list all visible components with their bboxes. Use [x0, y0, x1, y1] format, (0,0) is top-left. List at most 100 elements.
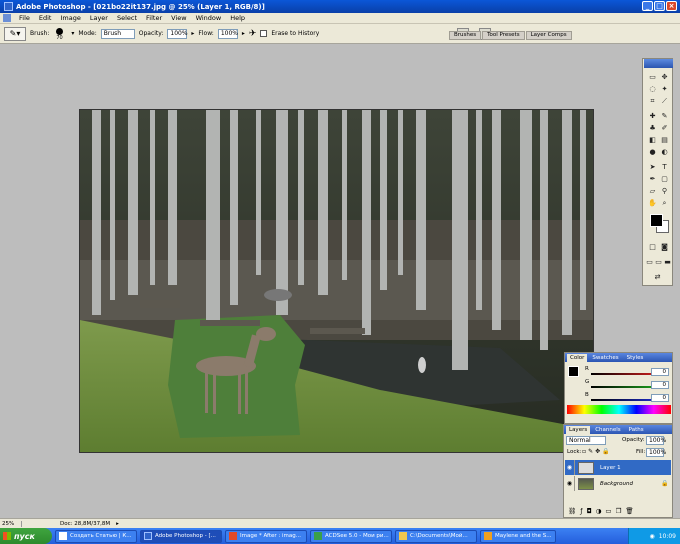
document-canvas[interactable] [79, 109, 594, 453]
fill-field[interactable]: 100% [646, 448, 666, 457]
media-player-icon [484, 532, 492, 540]
zoom-tool-icon[interactable]: ⌕ [659, 198, 670, 208]
layer-mask-icon[interactable]: ◘ [587, 507, 596, 515]
brush-picker[interactable]: 70 [53, 27, 67, 41]
path-selection-tool-icon[interactable]: ➤ [647, 162, 658, 172]
opacity-field[interactable]: 100% [167, 28, 188, 39]
flow-field[interactable]: 100% [217, 28, 238, 39]
menu-select[interactable]: Select [113, 14, 141, 22]
tab-swatches[interactable]: Swatches [589, 354, 621, 362]
task-button-6[interactable]: Maylene and the S... [480, 529, 556, 543]
photoshop-icon [4, 2, 13, 11]
layer-opacity-field[interactable]: 100% [646, 436, 666, 445]
slice-tool-icon[interactable]: ⟋ [659, 96, 670, 106]
menu-help[interactable]: Help [226, 14, 249, 22]
task-button-5[interactable]: C:\Documents\Мой... [395, 529, 477, 543]
gradient-tool-icon[interactable]: ▤ [659, 135, 670, 145]
layer-name[interactable]: Layer 1 [600, 465, 621, 471]
layer-row-layer-1[interactable]: ◉ Layer 1 [565, 460, 671, 475]
status-bar: 25% Doc: 28,8M/37,8M ▸ [0, 518, 680, 528]
slider-g-value[interactable]: 0 [651, 381, 669, 389]
mode-label: Mode: [78, 30, 97, 37]
visibility-eye-icon[interactable]: ◉ [565, 460, 575, 475]
layer-thumbnail [578, 477, 594, 490]
tab-styles[interactable]: Styles [624, 354, 647, 362]
document-icon[interactable] [3, 14, 11, 22]
opacity-arrow-icon[interactable]: ▸ [191, 30, 194, 37]
tray-icon[interactable]: ◉ [649, 533, 654, 540]
clone-stamp-tool-icon[interactable]: ♣ [647, 123, 658, 133]
flow-arrow-icon[interactable]: ▸ [242, 30, 245, 37]
well-layer-comps[interactable]: Layer Comps [525, 31, 572, 40]
jump-to-imageready-icon[interactable]: ⇄ [652, 272, 663, 282]
dodge-tool-icon[interactable]: ◐ [659, 147, 670, 157]
minimize-button[interactable]: _ [642, 1, 653, 11]
marquee-tool-icon[interactable]: ▭ [647, 72, 658, 82]
notes-tool-icon[interactable]: ▱ [647, 186, 658, 196]
pen-tool-icon[interactable]: ✒ [647, 174, 658, 184]
well-brushes[interactable]: Brushes [449, 31, 482, 40]
task-button-1[interactable]: Создать Статью | К... [55, 529, 137, 543]
eraser-tool-icon[interactable]: ◧ [647, 135, 658, 145]
adjustment-layer-icon[interactable]: ◑ [596, 507, 606, 515]
crop-tool-icon[interactable]: ⌗ [647, 96, 658, 106]
status-arrow-icon[interactable]: ▸ [116, 521, 119, 527]
menu-view[interactable]: View [167, 14, 190, 22]
delete-layer-icon[interactable]: 🗑 [625, 507, 637, 515]
magic-wand-tool-icon[interactable]: ✦ [659, 84, 670, 94]
color-fg-swatch[interactable] [568, 366, 579, 377]
tab-paths[interactable]: Paths [626, 426, 647, 434]
brush-tool-icon[interactable]: ✎ [659, 111, 670, 121]
standard-mode-icon[interactable]: □ [647, 242, 658, 252]
healing-brush-tool-icon[interactable]: ✚ [647, 111, 658, 121]
blend-mode-select[interactable]: Normal [566, 436, 606, 445]
page-icon [59, 532, 67, 540]
menu-image[interactable]: Image [56, 14, 84, 22]
close-button[interactable]: × [666, 1, 677, 11]
new-layer-icon[interactable]: ❐ [616, 507, 626, 515]
start-button[interactable]: пуск [0, 528, 52, 544]
new-group-icon[interactable]: ▭ [605, 507, 615, 515]
blur-tool-icon[interactable]: ● [647, 147, 658, 157]
maximize-button[interactable]: □ [654, 1, 665, 11]
menu-layer[interactable]: Layer [86, 14, 112, 22]
well-tool-presets[interactable]: Tool Presets [482, 31, 525, 40]
screen-mode-full-icon[interactable]: ▬ [662, 257, 673, 267]
menu-file[interactable]: File [15, 14, 34, 22]
mode-select[interactable]: Brush [100, 28, 135, 39]
brush-dropdown-arrow-icon[interactable]: ▾ [71, 30, 74, 37]
layer-buttons: ⛓ƒ◘◑▭❐🗑 [568, 507, 638, 515]
eyedropper-tool-icon[interactable]: ⚲ [659, 186, 670, 196]
link-layers-icon[interactable]: ⛓ [568, 507, 580, 515]
task-button-4[interactable]: ACDSee 5.0 - Мои ри... [310, 529, 392, 543]
color-spectrum-ramp[interactable] [567, 405, 671, 414]
move-tool-icon[interactable]: ✥ [659, 72, 670, 82]
zoom-level[interactable]: 25% [0, 520, 22, 527]
type-tool-icon[interactable]: T [659, 162, 670, 172]
hand-tool-icon[interactable]: ✋ [647, 198, 658, 208]
lasso-tool-icon[interactable]: ◌ [647, 84, 658, 94]
windows-logo-icon [3, 532, 11, 540]
shape-tool-icon[interactable]: ▢ [659, 174, 670, 184]
task-button-2[interactable]: Adobe Photoshop - [... [140, 529, 222, 543]
slider-r-value[interactable]: 0 [651, 368, 669, 376]
tab-color[interactable]: Color [567, 354, 588, 362]
tab-channels[interactable]: Channels [592, 426, 623, 434]
foreground-color-swatch[interactable] [650, 214, 663, 227]
lock-icons[interactable]: ▫✎✥🔒 [582, 448, 612, 455]
erase-to-history-checkbox[interactable] [260, 30, 268, 37]
menu-edit[interactable]: Edit [35, 14, 56, 22]
quick-mask-icon[interactable]: ◙ [659, 242, 670, 252]
slider-b-value[interactable]: 0 [651, 394, 669, 402]
menu-window[interactable]: Window [192, 14, 226, 22]
history-brush-tool-icon[interactable]: ✐ [659, 123, 670, 133]
airbrush-icon[interactable]: ✈ [249, 29, 257, 39]
visibility-eye-icon[interactable]: ◉ [565, 476, 575, 491]
layer-name[interactable]: Background [600, 481, 633, 487]
lock-icon: 🔒 [660, 480, 669, 487]
layer-row-background[interactable]: ◉ Background 🔒 [565, 476, 671, 491]
menu-filter[interactable]: Filter [142, 14, 166, 22]
tab-layers[interactable]: Layers [566, 426, 591, 434]
task-button-3[interactable]: Image * After : imag... [225, 529, 307, 543]
eraser-tool-preset-icon[interactable]: ✎▾ [4, 26, 26, 41]
